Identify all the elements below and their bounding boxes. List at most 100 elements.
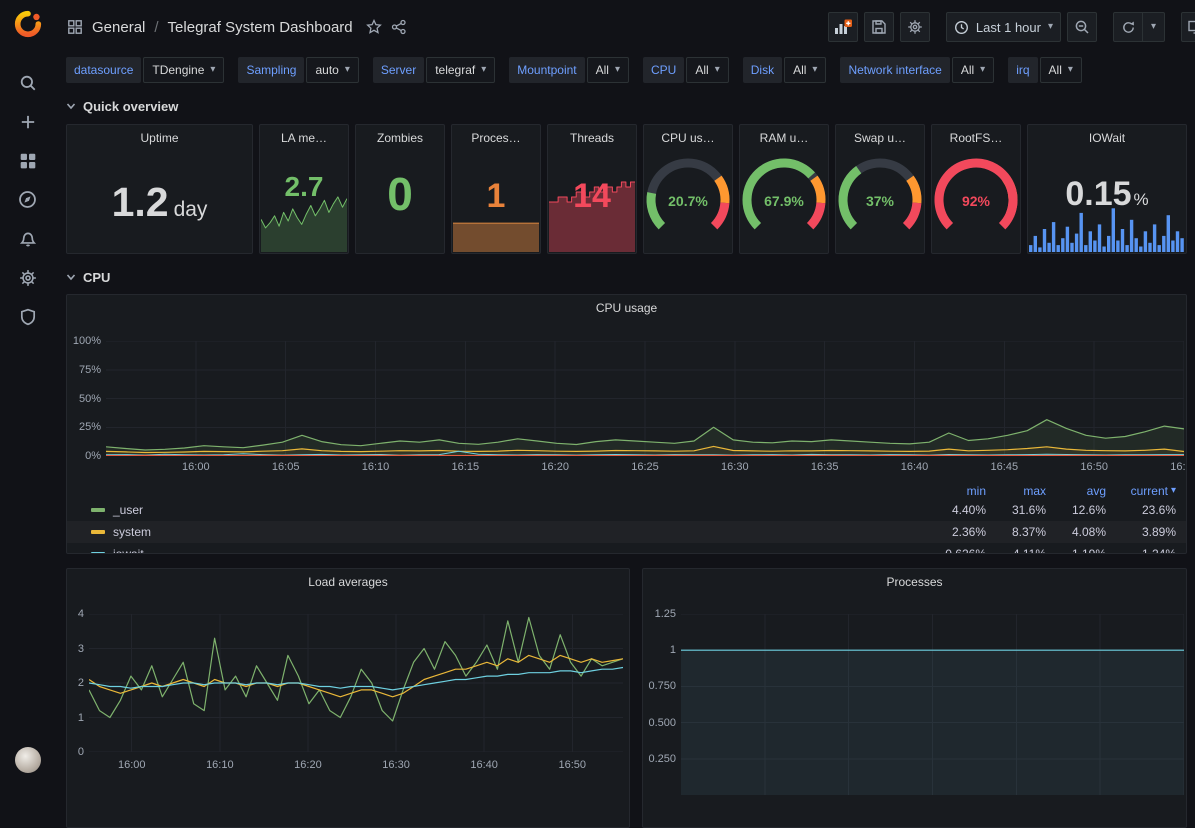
variable-value-dropdown[interactable]: All▾ [686,57,728,83]
sidebar [0,0,55,783]
series-name[interactable]: system [113,525,151,539]
variable-label: Disk [743,57,782,83]
panel-title[interactable]: Uptime [71,131,248,145]
legend-min: 4.40% [926,503,986,517]
breadcrumb-separator: / [154,19,158,36]
legend-max: 8.37% [986,525,1046,539]
variable-value-dropdown[interactable]: auto▾ [306,57,358,83]
axis-tick-label: 4 [78,608,84,620]
panel-title[interactable]: Load averages [71,575,625,589]
legend-current: 23.6% [1106,503,1176,517]
panel-title[interactable]: Processes [647,575,1182,589]
panel-processes: Processes 1.2510.7500.5000.250 [642,568,1187,828]
toolbar-actions: Last 1 hour ▾ ▾ [828,12,1195,42]
gauge: 92% [932,153,1020,241]
panel-title[interactable]: Proces… [456,131,536,145]
legend-current: 1.24% [1106,547,1176,554]
refresh-interval-dropdown[interactable]: ▾ [1143,12,1165,42]
grafana-dashboard: { "icons": {"caret": "▾"}, "header": { "… [0,0,1195,783]
axis-tick-label: 16:00 [182,461,210,473]
variable-label: Sampling [238,57,304,83]
panel-title[interactable]: Swap u… [840,131,920,145]
axis-tick-label: 75% [79,364,101,376]
variable-value-dropdown[interactable]: All▾ [587,57,629,83]
axis-tick-label: 16:50 [559,759,587,771]
gauge: 37% [836,153,924,241]
variable-datasource: datasource TDengine▾ [66,57,224,83]
stat-value: 0 [356,171,444,217]
panel-cpu-gauge: CPU us… 20.7% [643,124,733,254]
quick-overview-row: Uptime 1.2day LA me… 2.7 Zombies 0 Proce… [66,124,1187,254]
variable-value-dropdown[interactable]: telegraf▾ [426,57,495,83]
share-icon[interactable] [391,19,407,35]
panel-title[interactable]: CPU usage [71,301,1182,315]
gauge-value: 37% [836,193,924,209]
series-name[interactable]: _user [113,503,143,517]
save-dashboard-button[interactable] [864,12,894,42]
add-panel-button[interactable] [828,12,858,42]
axis-tick-label: 16:40 [901,461,929,473]
legend-sort-current[interactable]: current ▾ [1106,484,1176,498]
dashboard-title[interactable]: Telegraf System Dashboard [168,19,353,36]
panel-threads: Threads 14 [547,124,637,254]
chevron-down-icon [66,101,76,111]
section-label: CPU [83,270,110,285]
panel-title[interactable]: Zombies [360,131,440,145]
alerting-bell-icon[interactable] [0,219,55,258]
panel-la-medium: LA me… 2.7 [259,124,349,254]
cycle-view-mode-button[interactable] [1181,12,1195,42]
server-admin-shield-icon[interactable] [0,297,55,336]
panel-title[interactable]: RootFS… [936,131,1016,145]
panel-title[interactable]: CPU us… [648,131,728,145]
legend-sort-avg[interactable]: avg [1046,484,1106,498]
dashboards-icon[interactable] [0,141,55,180]
panel-title[interactable]: RAM u… [744,131,824,145]
series-name[interactable]: iowait [113,547,144,554]
processes-plot[interactable] [681,614,1184,795]
clock-icon [954,20,969,35]
variable-value-dropdown[interactable]: All▾ [784,57,826,83]
gauge: 67.9% [740,153,828,241]
cpu-usage-plot[interactable] [106,341,1184,456]
axis-tick-label: 2 [78,677,84,689]
breadcrumb-section[interactable]: General [92,19,145,36]
panel-title[interactable]: Threads [552,131,632,145]
y-axis-labels: 100%75%50%25%0% [67,341,101,456]
panel-rootfs-gauge: RootFS… 92% [931,124,1021,254]
grafana-logo[interactable] [13,9,43,39]
search-icon[interactable] [0,63,55,102]
legend-max: 31.6% [986,503,1046,517]
user-avatar[interactable] [15,747,41,773]
variable-value-dropdown[interactable]: All▾ [952,57,994,83]
create-plus-icon[interactable] [0,102,55,141]
axis-tick-label: 16:05 [272,461,300,473]
axis-tick-label: 1 [670,644,676,656]
section-cpu[interactable]: CPU [66,268,110,286]
axis-tick-label: 16:40 [470,759,498,771]
chevron-down-icon: ▾ [615,65,620,75]
explore-compass-icon[interactable] [0,180,55,219]
legend-sort-max[interactable]: max [986,484,1046,498]
panel-zombies: Zombies 0 [355,124,445,254]
axis-tick-label: 100% [73,335,101,347]
refresh-button[interactable] [1113,12,1143,42]
section-quick-overview[interactable]: Quick overview [66,97,178,115]
panel-cpu-usage: CPU usage 100%75%50%25%0% 16:00 16:05 16:1… [66,294,1187,554]
variable-network-interface: Network interface All▾ [840,57,994,83]
panel-title[interactable]: LA me… [264,131,344,145]
star-icon[interactable] [366,19,382,35]
variable-irq: irq All▾ [1008,57,1082,83]
axis-tick-label: 16:10 [362,461,390,473]
variable-value-dropdown[interactable]: TDengine▾ [143,57,224,83]
series-color-swatch [91,530,105,534]
chevron-down-icon: ▾ [1068,65,1073,75]
panel-title[interactable]: IOWait [1032,131,1182,145]
load-averages-plot[interactable] [89,614,623,752]
stat-value: 1.2day [67,182,252,223]
variable-value-dropdown[interactable]: All▾ [1040,57,1082,83]
configuration-gear-icon[interactable] [0,258,55,297]
zoom-out-button[interactable] [1067,12,1097,42]
legend-sort-min[interactable]: min [926,484,986,498]
dashboard-settings-gear-icon[interactable] [900,12,930,42]
time-range-picker[interactable]: Last 1 hour ▾ [946,12,1061,42]
